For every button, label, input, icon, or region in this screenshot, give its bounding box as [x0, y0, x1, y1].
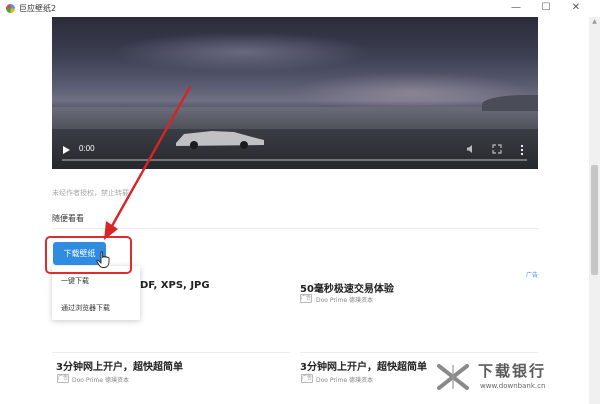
- ad-card-title[interactable]: 50毫秒极速交易体验: [300, 280, 394, 295]
- section-title: 随便看看: [52, 214, 84, 223]
- menu-item-one-click-download[interactable]: 一键下载: [61, 276, 89, 286]
- copyright-notice: 未经作者授权，禁止转载: [52, 189, 129, 197]
- video-controls: 0:00: [52, 135, 538, 169]
- fullscreen-icon[interactable]: [492, 144, 502, 154]
- title-bar: 巨应壁纸2 — ☐ ✕: [0, 0, 600, 17]
- maximize-button[interactable]: ☐: [534, 0, 558, 16]
- ad-card-title[interactable]: DF, XPS, JPG: [140, 280, 210, 291]
- ad-source: Doo Prime 德璞资本: [316, 297, 373, 304]
- video-progress-track[interactable]: [62, 159, 527, 161]
- video-time: 0:00: [79, 144, 95, 153]
- watermark-logo-icon: [437, 364, 469, 390]
- download-menu: 一键下载 通过浏览器下载: [52, 266, 140, 320]
- watermark-text: 下载银行: [478, 362, 547, 380]
- hand-cursor-icon: [96, 251, 110, 268]
- volume-icon[interactable]: [466, 144, 476, 154]
- ad-source: Doo Prime 德璞资本: [72, 377, 129, 384]
- video-frame-cloud: [112, 32, 372, 72]
- ad-tag: 广告: [300, 294, 312, 303]
- ad-tag: 广告: [57, 374, 69, 383]
- ad-card-title[interactable]: 3分钟网上开户，超快超简单: [300, 358, 427, 373]
- menu-item-browser-download[interactable]: 通过浏览器下载: [61, 303, 110, 313]
- section-divider: [52, 228, 538, 229]
- scroll-up-icon[interactable]: ▲: [590, 19, 599, 25]
- close-button[interactable]: ✕: [564, 0, 588, 16]
- ad-source: Doo Prime 德璞资本: [316, 377, 373, 384]
- minimize-button[interactable]: —: [504, 0, 528, 16]
- app-logo-icon: [6, 4, 15, 13]
- scrollbar-thumb[interactable]: [591, 165, 598, 275]
- ad-tag: 广告: [301, 374, 313, 383]
- vertical-scrollbar[interactable]: ▲: [589, 17, 600, 404]
- card-divider: [300, 352, 538, 353]
- window-title: 巨应壁纸2: [19, 4, 57, 13]
- video-player[interactable]: 0:00: [52, 17, 538, 169]
- watermark-url: www.downbank.cn: [480, 382, 546, 390]
- ad-card-title[interactable]: 3分钟网上开户，超快超简单: [56, 358, 183, 373]
- play-icon[interactable]: [63, 146, 70, 154]
- ad-label: 广告: [526, 272, 539, 279]
- more-options-icon[interactable]: [520, 144, 524, 156]
- card-divider: [52, 352, 290, 353]
